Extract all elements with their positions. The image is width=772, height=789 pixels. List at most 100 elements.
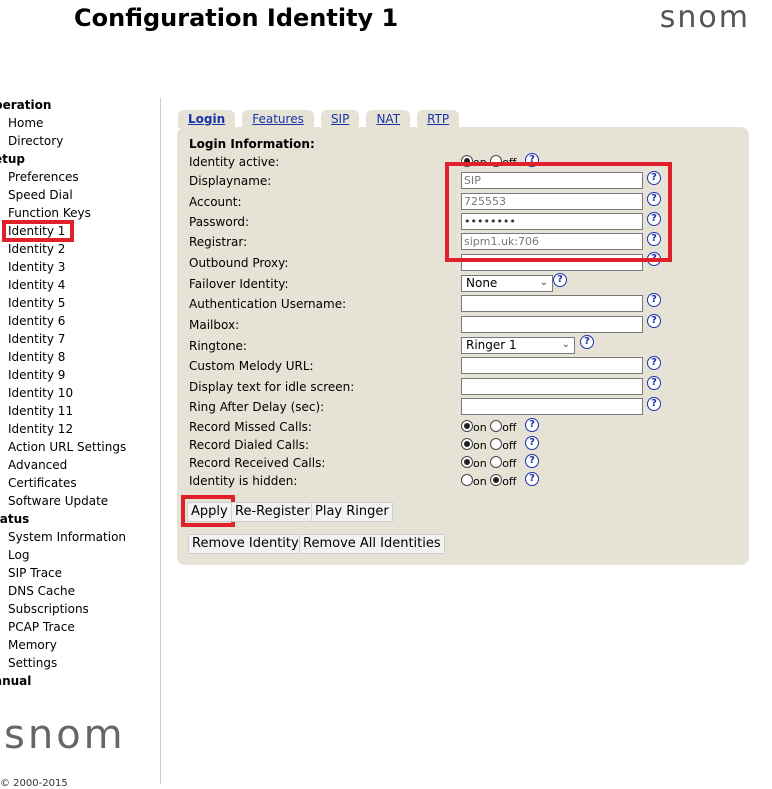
display-text-idle-input[interactable] [461, 378, 643, 395]
custom-melody-url-input[interactable] [461, 357, 643, 374]
tab-sip[interactable]: SIP [320, 110, 360, 128]
help-icon[interactable]: ? [525, 472, 539, 486]
help-icon[interactable]: ? [647, 192, 661, 206]
sidebar-item-settings[interactable]: Settings [0, 654, 160, 672]
snom-logo: snom [659, 0, 750, 35]
sidebar-item-log[interactable]: Log [0, 546, 160, 564]
apply-button[interactable]: Apply [187, 502, 232, 522]
registrar-label: Registrar: [189, 235, 248, 249]
row-failover-identity: Failover Identity: None ⌄ ? [189, 273, 749, 294]
help-icon[interactable]: ? [525, 418, 539, 432]
sidebar-item-identity-10[interactable]: Identity 10 [0, 384, 160, 402]
record-missed-radio: on off [461, 420, 517, 434]
record-received-radio: on off [461, 456, 517, 470]
tab-rtp[interactable]: RTP [417, 110, 460, 128]
sidebar-item-advanced[interactable]: Advanced [0, 456, 160, 474]
sidebar-item-software-update[interactable]: Software Update [0, 492, 160, 510]
sidebar-item-identity-4[interactable]: Identity 4 [0, 276, 160, 294]
sidebar-item-system-information[interactable]: System Information [0, 528, 160, 546]
sidebar-item-action-url-settings[interactable]: Action URL Settings [0, 438, 160, 456]
sidebar-item-identity-12[interactable]: Identity 12 [0, 420, 160, 438]
sidebar-item-identity-8[interactable]: Identity 8 [0, 348, 160, 366]
identity-hidden-on-radio[interactable] [461, 474, 473, 486]
record-dialed-radio: on off [461, 438, 517, 452]
sidebar-item-identity-7[interactable]: Identity 7 [0, 330, 160, 348]
help-icon[interactable]: ? [647, 171, 661, 185]
identity-hidden-off-radio[interactable] [490, 474, 503, 486]
sidebar-item-home[interactable]: Home [0, 114, 160, 132]
identity-active-off-radio[interactable] [490, 155, 503, 167]
failover-identity-label: Failover Identity: [189, 277, 289, 291]
help-icon[interactable]: ? [647, 293, 661, 307]
tab-nat[interactable]: NAT [366, 110, 411, 128]
record-missed-on-radio[interactable] [461, 420, 473, 432]
failover-identity-select[interactable]: None ⌄ [461, 275, 553, 292]
sidebar-item-subscriptions[interactable]: Subscriptions [0, 600, 160, 618]
help-icon[interactable]: ? [525, 436, 539, 450]
identity-active-label: Identity active: [189, 155, 280, 169]
tab-features[interactable]: Features [242, 110, 314, 128]
help-icon[interactable]: ? [580, 335, 594, 349]
tab-login[interactable]: Login [178, 110, 236, 128]
sidebar-item-directory[interactable]: Directory [0, 132, 160, 150]
sidebar-group-manual[interactable]: anual [0, 672, 160, 690]
help-icon[interactable]: ? [647, 232, 661, 246]
chevron-down-icon: ⌄ [539, 277, 548, 288]
reregister-button[interactable]: Re-Register [231, 502, 314, 522]
mailbox-input[interactable] [461, 316, 643, 333]
remove-identity-button[interactable]: Remove Identity [188, 534, 303, 554]
sidebar-item-dns-cache[interactable]: DNS Cache [0, 582, 160, 600]
registrar-input[interactable]: sipm1.uk:706 [461, 233, 643, 250]
sidebar-item-memory[interactable]: Memory [0, 636, 160, 654]
help-icon[interactable]: ? [553, 273, 567, 287]
sidebar-item-identity-1[interactable]: Identity 1 [0, 222, 160, 240]
sidebar-nav: peration Home Directory etup Preferences… [0, 96, 160, 690]
record-missed-off-radio[interactable] [490, 420, 503, 432]
record-dialed-on-radio[interactable] [461, 438, 473, 450]
row-registrar: Registrar: sipm1.uk:706 ? [189, 232, 749, 253]
sidebar-item-identity-3[interactable]: Identity 3 [0, 258, 160, 276]
auth-username-label: Authentication Username: [189, 297, 347, 311]
outbound-proxy-input[interactable] [461, 254, 643, 271]
sidebar-item-identity-6[interactable]: Identity 6 [0, 312, 160, 330]
displayname-input[interactable]: SIP [461, 172, 643, 189]
help-icon[interactable]: ? [647, 314, 661, 328]
play-ringer-button[interactable]: Play Ringer [311, 502, 393, 522]
help-icon[interactable]: ? [647, 356, 661, 370]
help-icon[interactable]: ? [647, 252, 661, 266]
ringtone-select[interactable]: Ringer 1 ⌄ [461, 337, 575, 354]
help-icon[interactable]: ? [647, 212, 661, 226]
help-icon[interactable]: ? [525, 153, 539, 167]
account-input[interactable]: 725553 [461, 193, 643, 210]
failover-identity-value: None [466, 276, 498, 290]
sidebar-item-pcap-trace[interactable]: PCAP Trace [0, 618, 160, 636]
sidebar-item-speed-dial[interactable]: Speed Dial [0, 186, 160, 204]
sidebar-item-identity-9[interactable]: Identity 9 [0, 366, 160, 384]
identity-active-on-radio[interactable] [461, 155, 473, 167]
row-identity-active: Identity active: on off ? [189, 153, 749, 173]
sidebar-group-setup: etup [0, 152, 26, 166]
sidebar-item-function-keys[interactable]: Function Keys [0, 204, 160, 222]
row-record-missed: Record Missed Calls: on off ? [189, 418, 749, 438]
identity-active-off-label: off [502, 156, 517, 169]
sidebar-item-preferences[interactable]: Preferences [0, 168, 160, 186]
help-icon[interactable]: ? [525, 454, 539, 468]
sidebar-item-identity-5[interactable]: Identity 5 [0, 294, 160, 312]
help-icon[interactable]: ? [647, 397, 661, 411]
record-received-off-radio[interactable] [490, 456, 503, 468]
snom-logo-bottom: snom [4, 712, 126, 758]
auth-username-input[interactable] [461, 295, 643, 312]
sidebar-item-identity-11[interactable]: Identity 11 [0, 402, 160, 420]
record-dialed-on-label: on [473, 439, 487, 452]
help-icon[interactable]: ? [647, 376, 661, 390]
password-input[interactable]: •••••••• [461, 213, 643, 230]
record-received-on-radio[interactable] [461, 456, 473, 468]
sidebar-item-certificates[interactable]: Certificates [0, 474, 160, 492]
sidebar-item-sip-trace[interactable]: SIP Trace [0, 564, 160, 582]
remove-all-identities-button[interactable]: Remove All Identities [299, 534, 445, 554]
row-ringtone: Ringtone: Ringer 1 ⌄ ? [189, 335, 749, 356]
record-dialed-off-radio[interactable] [490, 438, 503, 450]
ring-after-delay-input[interactable] [461, 398, 643, 415]
sidebar-item-identity-2[interactable]: Identity 2 [0, 240, 160, 258]
row-account: Account: 725553 ? [189, 192, 749, 213]
